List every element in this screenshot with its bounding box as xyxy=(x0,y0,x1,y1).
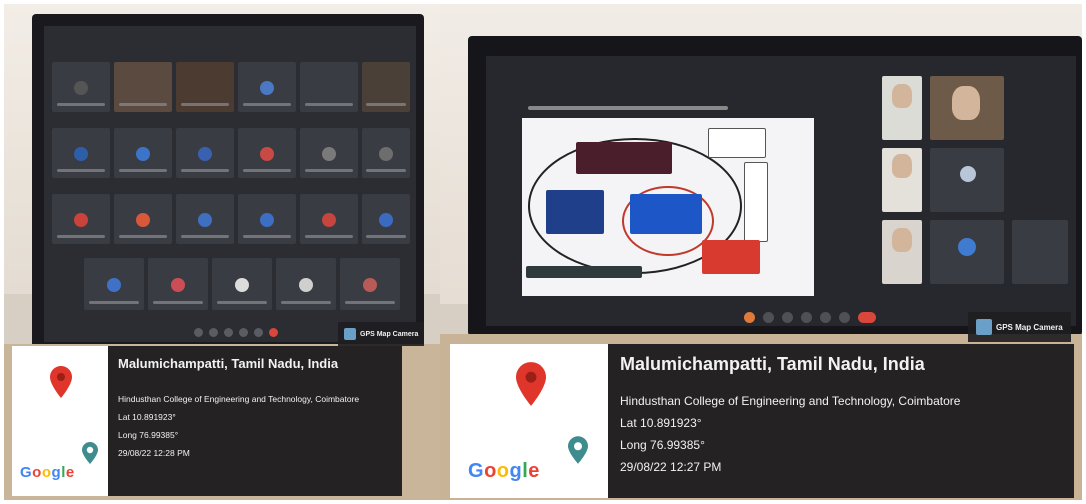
participant-tile xyxy=(300,128,358,178)
raise-hand-icon xyxy=(744,312,755,323)
diagram-note xyxy=(708,128,766,158)
gps-info-panel: Malumichampatti, Tamil Nadu, India Hindu… xyxy=(608,344,1074,498)
participant-tile xyxy=(114,62,172,112)
map-thumbnail: Google xyxy=(450,344,608,498)
participant-tile xyxy=(212,258,272,310)
participant-tile xyxy=(362,128,410,178)
participant-tile xyxy=(238,62,296,112)
camera-icon xyxy=(782,312,793,323)
participant-tile xyxy=(238,194,296,244)
gps-camera-icon xyxy=(344,328,356,340)
participant-tile xyxy=(148,258,208,310)
video-call-screen xyxy=(44,26,416,342)
map-pin-icon xyxy=(516,362,546,406)
diagram-box xyxy=(546,190,604,234)
participant-tile xyxy=(882,220,922,284)
participant-tile xyxy=(882,148,922,212)
participant-tile xyxy=(52,194,110,244)
participant-tile xyxy=(84,258,144,310)
participant-tile xyxy=(930,148,1004,212)
gps-camera-badge: GPS Map Camera xyxy=(338,322,425,346)
participant-tile xyxy=(52,128,110,178)
mic-icon xyxy=(763,312,774,323)
participant-tile xyxy=(882,76,922,140)
timestamp: 29/08/22 12:27 PM xyxy=(620,460,722,474)
participant-tile xyxy=(114,194,172,244)
gps-badge-label: GPS Map Camera xyxy=(996,322,1063,332)
participant-tile xyxy=(362,62,410,112)
diagram-box xyxy=(630,194,702,234)
participant-tile xyxy=(276,258,336,310)
video-call-screen xyxy=(486,56,1076,326)
participant-tile xyxy=(52,62,110,112)
captions-icon xyxy=(224,328,233,337)
participant-tile xyxy=(176,62,234,112)
participant-tile xyxy=(930,220,1004,284)
longitude: Long 76.99385° xyxy=(620,438,705,452)
diagram-box xyxy=(702,240,760,274)
location-title: Malumichampatti, Tamil Nadu, India xyxy=(620,354,925,374)
location-marker-icon xyxy=(568,436,588,464)
participant-tile xyxy=(176,194,234,244)
present-icon xyxy=(820,312,831,323)
timestamp: 29/08/22 12:28 PM xyxy=(118,448,190,458)
call-controls xyxy=(744,312,876,323)
mic-icon xyxy=(194,328,203,337)
more-icon xyxy=(839,312,850,323)
shared-slide xyxy=(522,106,814,296)
gps-badge-label: GPS Map Camera xyxy=(360,330,419,338)
map-thumbnail: Google xyxy=(12,346,108,496)
photo-right: GPS Map Camera Google Malumichampatti, T… xyxy=(440,4,1082,500)
present-icon xyxy=(239,328,248,337)
map-pin-icon xyxy=(50,366,72,398)
participant-tile xyxy=(238,128,296,178)
location-title: Malumichampatti, Tamil Nadu, India xyxy=(118,356,339,371)
participant-tile xyxy=(300,194,358,244)
gps-camera-icon xyxy=(976,319,992,335)
slide-heading xyxy=(528,106,728,110)
latitude: Lat 10.891923° xyxy=(118,412,176,422)
diagram-note xyxy=(744,162,768,242)
longitude: Long 76.99385° xyxy=(118,430,179,440)
google-logo: Google xyxy=(20,464,75,481)
participant-tile xyxy=(1012,220,1068,284)
address-line: Hindusthan College of Engineering and Te… xyxy=(620,394,961,408)
camera-icon xyxy=(209,328,218,337)
caption-bar xyxy=(526,266,642,278)
diagram-box xyxy=(576,142,672,174)
end-call-icon xyxy=(858,312,876,323)
address-line: Hindusthan College of Engineering and Te… xyxy=(118,394,360,404)
latitude: Lat 10.891923° xyxy=(620,416,702,430)
participant-tile xyxy=(114,128,172,178)
end-call-icon xyxy=(269,328,278,337)
more-icon xyxy=(254,328,263,337)
participant-tile xyxy=(930,76,1004,140)
captions-icon xyxy=(801,312,812,323)
location-marker-icon xyxy=(82,442,98,464)
call-controls xyxy=(194,328,278,338)
gps-camera-badge: GPS Map Camera xyxy=(968,312,1071,342)
participant-tile xyxy=(362,194,410,244)
participant-tile xyxy=(176,128,234,178)
participant-tile xyxy=(300,62,358,112)
participant-tile xyxy=(340,258,400,310)
gps-info-panel: Malumichampatti, Tamil Nadu, India Hindu… xyxy=(108,346,402,496)
google-logo: Google xyxy=(468,460,540,482)
